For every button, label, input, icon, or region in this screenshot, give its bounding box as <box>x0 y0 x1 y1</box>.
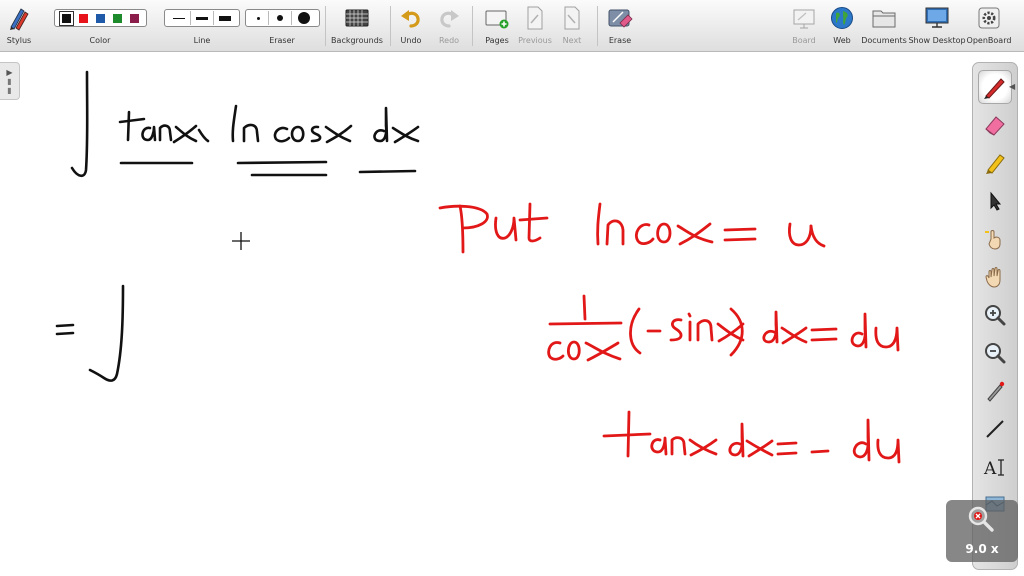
line-tool-button[interactable] <box>978 412 1012 446</box>
hand-pointer-icon <box>985 230 1001 250</box>
main-toolbar: Stylus Color Line Eraser Backgrounds Und… <box>0 0 1024 52</box>
undo-label: Undo <box>400 36 422 45</box>
text-icon: A <box>983 459 1004 479</box>
red-handwriting <box>438 202 901 464</box>
stylus-label: Stylus <box>6 36 32 45</box>
color-selector: Color <box>44 4 156 50</box>
previous-page-button[interactable]: Previous <box>517 4 553 50</box>
zoom-out-tool-button[interactable] <box>978 336 1012 370</box>
previous-page-icon <box>525 4 545 32</box>
selector-tool-button[interactable] <box>978 184 1012 218</box>
backgrounds-button[interactable]: Backgrounds <box>330 4 384 50</box>
page-thumbnails-toggle[interactable]: ▶ ▮ ▮ <box>0 62 20 100</box>
zoom-in-icon <box>985 305 1006 326</box>
redo-button[interactable]: Redo <box>434 4 464 50</box>
color-green-swatch[interactable] <box>112 13 122 23</box>
board-button[interactable]: Board <box>789 4 819 50</box>
next-page-button[interactable]: Next <box>557 4 587 50</box>
hand-pan-icon <box>985 267 1001 288</box>
documents-button[interactable]: Documents <box>861 4 907 50</box>
color-maroon-swatch[interactable] <box>129 13 139 23</box>
add-page-icon <box>484 4 510 32</box>
zoom-level-text: 9.0 x <box>965 542 999 556</box>
openboard-menu-button[interactable]: OpenBoard <box>966 4 1012 50</box>
redo-label: Redo <box>438 36 460 45</box>
zoom-out-icon <box>985 343 1006 364</box>
stylus-button[interactable]: Stylus <box>4 4 34 50</box>
marker-tool-button[interactable] <box>978 146 1012 180</box>
backgrounds-label: Backgrounds <box>331 36 383 45</box>
arrow-pointer-icon <box>990 191 1002 211</box>
line-thick-button[interactable] <box>219 15 231 21</box>
eraser-size-selector: Eraser <box>244 4 320 50</box>
color-black-swatch[interactable] <box>58 10 74 26</box>
pages-button[interactable]: Pages <box>480 4 514 50</box>
web-button[interactable]: Web <box>827 4 857 50</box>
line-icon <box>986 420 1004 438</box>
svg-text:A: A <box>983 459 997 479</box>
show-desktop-button[interactable]: Show Desktop <box>908 4 966 50</box>
pen-tool-button[interactable] <box>978 70 1012 104</box>
globe-icon <box>830 4 854 32</box>
pen-icon <box>984 78 1005 99</box>
gear-icon <box>977 4 1001 32</box>
laser-pointer-icon <box>987 381 1005 402</box>
pages-handle-icon: ▮ <box>7 76 12 86</box>
eraser-small-button[interactable] <box>256 16 260 20</box>
zoom-magnifier-icon <box>968 506 994 532</box>
line-medium-button[interactable] <box>196 16 208 20</box>
folder-icon <box>871 4 897 32</box>
undo-arrow-icon <box>400 4 422 32</box>
laser-pointer-tool-button[interactable] <box>978 374 1012 408</box>
eraser-icon <box>985 116 1005 136</box>
eraser-label: Eraser <box>269 36 295 45</box>
expand-arrow-icon: ▶ <box>6 67 13 77</box>
monitor-icon <box>924 4 950 32</box>
previous-label: Previous <box>518 36 552 45</box>
erase-label: Erase <box>608 36 632 45</box>
zoom-in-tool-button[interactable] <box>978 298 1012 332</box>
color-red-swatch[interactable] <box>78 13 88 23</box>
next-page-icon <box>562 4 582 32</box>
pens-icon <box>6 4 32 32</box>
line-thin-button[interactable] <box>173 17 185 19</box>
board-icon <box>792 4 816 32</box>
documents-label: Documents <box>861 36 907 45</box>
color-blue-swatch[interactable] <box>95 13 105 23</box>
pages-label: Pages <box>485 36 509 45</box>
eraser-tool-button[interactable] <box>978 108 1012 142</box>
eraser-medium-button[interactable] <box>276 15 283 21</box>
line-width-selector: Line <box>164 4 240 50</box>
hand-tool-button[interactable] <box>978 260 1012 294</box>
stylus-palette: A <box>972 62 1018 570</box>
redo-arrow-icon <box>438 4 460 32</box>
web-label: Web <box>833 36 851 45</box>
openboard-label: OpenBoard <box>966 36 1012 45</box>
line-label: Line <box>193 36 211 45</box>
undo-button[interactable]: Undo <box>396 4 426 50</box>
palette-collapse-arrow-icon[interactable]: ◀ <box>1009 82 1015 91</box>
pages-handle-icon-2: ▮ <box>7 85 12 95</box>
color-label: Color <box>89 36 111 45</box>
black-handwriting <box>55 70 420 382</box>
cursor-crosshair-icon <box>232 232 250 250</box>
color-palette <box>53 9 147 27</box>
board-label: Board <box>792 36 816 45</box>
next-label: Next <box>562 36 582 45</box>
whiteboard-canvas[interactable] <box>0 52 1024 576</box>
zoom-indicator: 9.0 x <box>946 500 1018 562</box>
grid-icon <box>345 4 369 32</box>
erase-board-icon <box>607 4 633 32</box>
text-tool-button[interactable]: A <box>978 450 1012 484</box>
show-desktop-label: Show Desktop <box>908 36 966 45</box>
erase-board-button[interactable]: Erase <box>605 4 635 50</box>
eraser-large-button[interactable] <box>297 12 310 24</box>
highlighter-icon <box>986 154 1005 174</box>
interact-tool-button[interactable] <box>978 222 1012 256</box>
